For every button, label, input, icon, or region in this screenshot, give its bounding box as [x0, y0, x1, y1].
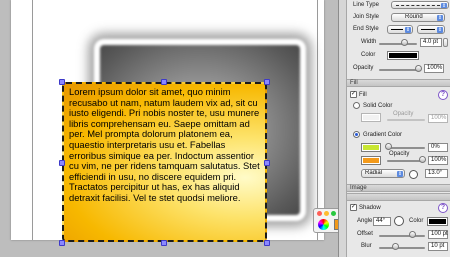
- gradient-end-color-well[interactable]: [361, 156, 381, 165]
- line-type-popup[interactable]: ⇕: [391, 1, 449, 9]
- chevron-updown-icon: ⇕: [405, 27, 411, 33]
- line-opacity-field[interactable]: 100%: [424, 64, 444, 73]
- close-icon[interactable]: [317, 211, 322, 216]
- join-style-value: Round: [405, 14, 423, 20]
- shadow-offset-field[interactable]: 100 pt: [428, 230, 448, 239]
- solid-color-label: Solid Color: [363, 103, 393, 109]
- left-margin-guide: [32, 0, 33, 240]
- gradient-end-opacity-field[interactable]: 100%: [428, 156, 448, 165]
- colors-palette[interactable]: [313, 208, 338, 233]
- shadow-color-well[interactable]: [427, 217, 448, 226]
- shadow-blur-label: Blur: [361, 243, 372, 249]
- width-field[interactable]: 4.0 pt: [420, 38, 442, 47]
- zoom-icon[interactable]: [331, 211, 336, 216]
- line-end-sample: [421, 29, 435, 30]
- shadow-checkbox-label: Shadow: [359, 205, 381, 211]
- resize-handle-middle-left[interactable]: [59, 160, 65, 166]
- gradient-type-popup[interactable]: Radial ⇕: [361, 169, 405, 178]
- chevron-updown-icon: ⇕: [397, 171, 403, 177]
- shadow-color-swatch: [429, 219, 446, 224]
- shadow-offset-slider[interactable]: [379, 235, 425, 237]
- shadow-blur-slider[interactable]: [379, 247, 425, 249]
- width-slider-knob[interactable]: [401, 39, 408, 46]
- text-box-content[interactable]: Lorem ipsum dolor sit amet, quo minim re…: [69, 86, 260, 204]
- end-style-end-popup[interactable]: ⇕: [417, 25, 445, 34]
- fill-checkbox-label: Fill: [359, 92, 367, 98]
- shadow-blur-knob[interactable]: [392, 243, 399, 250]
- line-end-sample: [391, 29, 403, 30]
- resize-handle-top-right[interactable]: [264, 79, 270, 85]
- fill-section-header[interactable]: Fill: [347, 79, 450, 87]
- shadow-offset-label: Offset: [357, 231, 373, 237]
- graphic-inspector: Line Type ⇕ Join Style Round ⇕ End Style…: [338, 0, 450, 257]
- join-style-label: Join Style: [353, 14, 380, 20]
- line-color-well[interactable]: [387, 51, 419, 60]
- line-opacity-knob[interactable]: [415, 65, 422, 72]
- gradient-start-opacity-slider[interactable]: [387, 147, 425, 149]
- gradient-start-color-well[interactable]: [361, 143, 381, 152]
- color-wheel-icon[interactable]: [318, 219, 329, 230]
- shadow-angle-dial[interactable]: [394, 216, 404, 226]
- solid-opacity-label: Opacity: [393, 111, 414, 117]
- shadow-angle-field[interactable]: 44°: [373, 217, 391, 226]
- shadow-blur-field[interactable]: 10 pt: [428, 242, 448, 251]
- help-icon[interactable]: ?: [438, 90, 448, 100]
- shadow-color-label: Color: [409, 218, 424, 224]
- shadow-angle-label: Angle: [357, 218, 373, 224]
- join-style-popup[interactable]: Round ⇕: [391, 13, 445, 22]
- width-label: Width: [361, 39, 377, 45]
- solid-color-well[interactable]: [361, 113, 381, 122]
- solid-opacity-field[interactable]: 100%: [428, 114, 448, 123]
- gradient-color-radio[interactable]: [353, 131, 360, 138]
- inspector-panel: Line Type ⇕ Join Style Round ⇕ End Style…: [347, 0, 450, 257]
- solid-color-radio[interactable]: [353, 102, 360, 109]
- text-box[interactable]: Lorem ipsum dolor sit amet, quo minim re…: [62, 82, 267, 242]
- inspector-sidebar: [339, 0, 347, 257]
- gradient-start-opacity-field[interactable]: 0%: [428, 143, 448, 152]
- line-color-swatch: [389, 53, 417, 58]
- line-opacity-label: Opacity: [353, 65, 374, 71]
- solid-color-swatch: [363, 115, 379, 120]
- shadow-offset-knob[interactable]: [409, 231, 416, 238]
- chevron-updown-icon: ⇕: [437, 27, 443, 33]
- gradient-end-swatch: [363, 158, 379, 163]
- resize-handle-top-left[interactable]: [59, 79, 65, 85]
- resize-handle-top-center[interactable]: [161, 79, 167, 85]
- line-type-label: Line Type: [353, 2, 379, 8]
- right-margin-guide: [317, 0, 318, 240]
- chevron-updown-icon: ⇕: [437, 15, 443, 21]
- shadow-checkbox[interactable]: ✓: [350, 204, 357, 211]
- end-style-label: End Style: [353, 26, 379, 32]
- gradient-color-label: Gradient Color: [363, 132, 403, 138]
- end-style-start-popup[interactable]: ⇕: [387, 25, 413, 34]
- width-slider[interactable]: [379, 43, 417, 45]
- resize-handle-bottom-right[interactable]: [264, 240, 270, 246]
- line-color-label: Color: [361, 52, 376, 58]
- shadow-section-header[interactable]: [347, 193, 450, 201]
- dashed-line-sample: [396, 5, 440, 6]
- resize-handle-bottom-left[interactable]: [59, 240, 65, 246]
- solid-opacity-slider[interactable]: [387, 119, 425, 121]
- resize-handle-middle-right[interactable]: [264, 160, 270, 166]
- image-section-header[interactable]: Image: [347, 184, 450, 192]
- help-icon[interactable]: ?: [438, 203, 448, 213]
- chevron-updown-icon: ⇕: [441, 3, 447, 9]
- gradient-type-value: Radial: [365, 170, 383, 176]
- document-canvas[interactable]: Lorem ipsum dolor sit amet, quo minim re…: [0, 0, 338, 257]
- gradient-end-opacity-knob[interactable]: [419, 156, 426, 163]
- minimize-icon[interactable]: [324, 211, 329, 216]
- resize-handle-bottom-center[interactable]: [161, 240, 167, 246]
- width-stepper[interactable]: [443, 38, 448, 47]
- gradient-angle-dial[interactable]: [409, 170, 418, 179]
- gradient-start-swatch: [363, 145, 379, 150]
- gradient-angle-field[interactable]: 13.0°: [425, 169, 448, 178]
- fill-checkbox[interactable]: ✓: [350, 91, 357, 98]
- gradient-start-opacity-knob[interactable]: [385, 143, 392, 150]
- gradient-opacity-label: Opacity: [389, 151, 410, 157]
